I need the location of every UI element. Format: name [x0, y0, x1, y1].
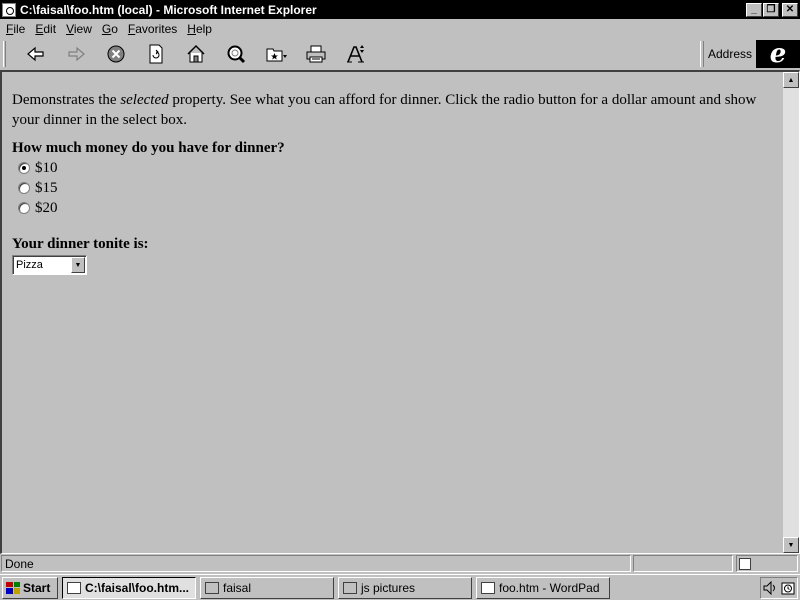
menu-help-label: elp — [195, 21, 212, 36]
address-grip[interactable] — [700, 41, 704, 67]
back-button[interactable] — [16, 40, 56, 68]
status-bar: Done — [0, 554, 800, 573]
address-bar[interactable]: Address — [700, 38, 756, 70]
radio-option-15[interactable]: $15 — [12, 178, 772, 198]
start-button[interactable]: Start — [2, 576, 58, 599]
font-button[interactable] — [336, 40, 376, 68]
minimize-button[interactable]: _ — [746, 2, 762, 17]
title-bar[interactable]: C:\faisal\foo.htm (local) - Microsoft In… — [0, 0, 800, 19]
menu-file-label: ile — [13, 21, 26, 36]
restore-button[interactable]: ❐ — [763, 2, 779, 17]
menu-favorites-label: avorites — [135, 21, 178, 36]
menu-help[interactable]: Help — [183, 22, 218, 36]
windows-flag-icon — [6, 581, 20, 594]
menu-help-accel: H — [187, 21, 196, 36]
radio-15[interactable] — [18, 182, 30, 194]
task-js-pictures-folder[interactable]: js pictures — [338, 576, 472, 599]
zone-icon — [739, 557, 751, 570]
scroll-down-button[interactable]: ▼ — [783, 537, 799, 553]
print-icon — [306, 45, 326, 63]
status-text: Done — [1, 555, 631, 572]
menu-edit[interactable]: Edit — [31, 22, 62, 36]
dinner-select[interactable]: Pizza ▼ — [12, 255, 87, 275]
ie-throbber[interactable]: e — [756, 40, 800, 68]
search-icon — [227, 45, 246, 64]
home-button[interactable] — [176, 40, 216, 68]
dropdown-arrow-icon[interactable]: ▼ — [71, 257, 85, 273]
stop-button[interactable] — [96, 40, 136, 68]
wordpad-icon — [481, 581, 495, 594]
toolbar-grip[interactable] — [3, 41, 6, 67]
task-wordpad[interactable]: foo.htm - WordPad — [476, 576, 610, 599]
intro-emphasis: selected — [120, 92, 169, 108]
forward-icon — [68, 46, 85, 62]
stop-icon — [107, 45, 125, 63]
radio-10[interactable] — [18, 162, 30, 174]
radio-option-20[interactable]: $20 — [12, 198, 772, 218]
menu-go[interactable]: Go — [98, 22, 124, 36]
scheduler-icon[interactable] — [781, 581, 795, 595]
task-faisal-label: faisal — [223, 580, 252, 595]
menu-view[interactable]: View — [62, 22, 98, 36]
forward-button[interactable] — [56, 40, 96, 68]
address-label[interactable]: Address — [708, 47, 752, 61]
menu-go-accel: G — [101, 21, 112, 36]
volume-icon[interactable] — [763, 581, 777, 595]
menu-favorites[interactable]: Favorites — [124, 22, 183, 36]
scroll-up-button[interactable]: ▲ — [783, 72, 799, 88]
search-button[interactable] — [216, 40, 256, 68]
vertical-scrollbar[interactable]: ▲ ▼ — [783, 72, 799, 553]
toolbar: Address — [0, 38, 800, 70]
menu-file[interactable]: File — [2, 22, 31, 36]
task-js-pictures-label: js pictures — [361, 580, 416, 595]
dinner-select-value: Pizza — [16, 259, 43, 271]
home-icon — [187, 44, 205, 63]
status-zone-pane — [736, 555, 798, 572]
taskbar: Start C:\faisal\foo.htm... faisal js pic… — [0, 574, 800, 600]
start-label: Start — [23, 580, 51, 595]
radio-option-10[interactable]: $10 — [12, 158, 772, 178]
close-button[interactable]: ✕ — [782, 2, 798, 17]
content-viewport: Demonstrates the selected property. See … — [0, 70, 800, 554]
back-icon — [27, 46, 44, 62]
intro-part-1: Demonstrates the — [12, 92, 121, 108]
ie-logo-icon: e — [769, 39, 787, 69]
radio-10-label: $10 — [35, 160, 58, 176]
menu-view-accel: V — [66, 21, 74, 36]
font-icon — [347, 45, 364, 63]
radio-20[interactable] — [18, 202, 30, 214]
folder-icon — [205, 581, 219, 594]
ie-page-icon[interactable] — [2, 2, 16, 17]
refresh-button[interactable] — [136, 40, 176, 68]
ie-page-icon — [67, 581, 81, 594]
task-ie-window[interactable]: C:\faisal\foo.htm... — [62, 576, 196, 599]
refresh-icon — [149, 44, 163, 64]
menu-go-label: o — [111, 21, 118, 36]
menu-edit-label: dit — [43, 21, 57, 36]
favorites-button[interactable] — [256, 40, 296, 68]
favorites-icon — [266, 48, 287, 62]
money-question: How much money do you have for dinner? — [12, 140, 285, 156]
page-content: Demonstrates the selected property. See … — [12, 90, 772, 275]
menu-view-label: iew — [73, 21, 92, 36]
print-button[interactable] — [296, 40, 336, 68]
menu-bar: File Edit View Go Favorites Help — [0, 19, 800, 38]
dinner-label: Your dinner tonite is: — [12, 236, 149, 252]
folder-icon — [343, 581, 357, 594]
radio-15-label: $15 — [35, 180, 58, 196]
radio-20-label: $20 — [35, 200, 58, 216]
status-progress-pane — [633, 555, 733, 572]
system-tray — [760, 577, 798, 599]
intro-text: Demonstrates the selected property. See … — [12, 90, 772, 130]
task-wordpad-label: foo.htm - WordPad — [499, 580, 600, 595]
task-ie-label: C:\faisal\foo.htm... — [85, 580, 190, 595]
window-title: C:\faisal\foo.htm (local) - Microsoft In… — [20, 2, 317, 17]
task-faisal-folder[interactable]: faisal — [200, 576, 334, 599]
